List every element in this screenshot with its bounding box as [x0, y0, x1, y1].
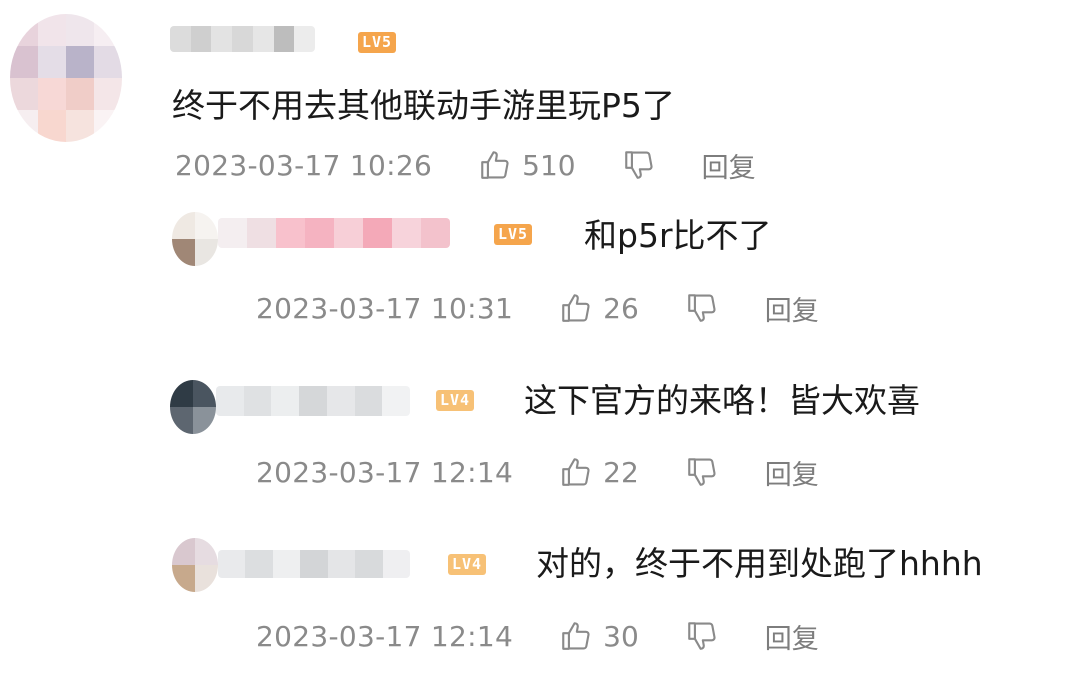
like-count: 510	[522, 148, 576, 182]
reply-button[interactable]: 回复	[765, 617, 819, 656]
thumbs-down-icon[interactable]	[685, 291, 719, 325]
reply-button[interactable]: 回复	[765, 289, 819, 328]
comment-text: 这下官方的来咯！皆大欢喜	[524, 381, 920, 420]
level-badge: LV5	[494, 224, 533, 245]
avatar[interactable]	[172, 538, 218, 592]
avatar[interactable]	[170, 380, 216, 434]
comment-meta: 2023-03-17 10:31 26 回复	[256, 288, 819, 328]
timestamp: 2023-03-17 10:26	[175, 148, 433, 182]
level-badge: LV5	[358, 32, 397, 53]
thumbs-up-icon[interactable]	[559, 455, 593, 489]
like-count: 30	[603, 619, 639, 653]
username[interactable]	[218, 550, 410, 578]
comment-meta: 2023-03-17 12:14 22 回复	[256, 452, 819, 492]
comment-text: 对的，终于不用到处跑了hhhh	[536, 544, 983, 583]
reply-button[interactable]: 回复	[765, 453, 819, 492]
level-badge: LV4	[436, 390, 475, 411]
thumbs-down-icon[interactable]	[685, 619, 719, 653]
comment-text: 和p5r比不了	[584, 216, 772, 255]
timestamp: 2023-03-17 10:31	[256, 291, 514, 325]
thumbs-down-icon[interactable]	[622, 148, 656, 182]
username[interactable]	[170, 26, 315, 52]
reply-button[interactable]: 回复	[702, 146, 756, 185]
avatar[interactable]	[10, 14, 122, 142]
thumbs-up-icon[interactable]	[559, 291, 593, 325]
timestamp: 2023-03-17 12:14	[256, 455, 514, 489]
comment-meta: 2023-03-17 12:14 30 回复	[256, 616, 819, 656]
username[interactable]	[216, 386, 410, 416]
timestamp: 2023-03-17 12:14	[256, 619, 514, 653]
comment-text: 终于不用去其他联动手游里玩P5了	[172, 86, 675, 125]
level-badge: LV4	[448, 554, 487, 575]
thumbs-down-icon[interactable]	[685, 455, 719, 489]
like-count: 22	[603, 455, 639, 489]
thumbs-up-icon[interactable]	[478, 148, 512, 182]
like-count: 26	[603, 291, 639, 325]
avatar[interactable]	[172, 212, 218, 266]
username[interactable]	[218, 218, 450, 248]
comment-meta: 2023-03-17 10:26 510 回复	[175, 145, 756, 185]
thumbs-up-icon[interactable]	[559, 619, 593, 653]
